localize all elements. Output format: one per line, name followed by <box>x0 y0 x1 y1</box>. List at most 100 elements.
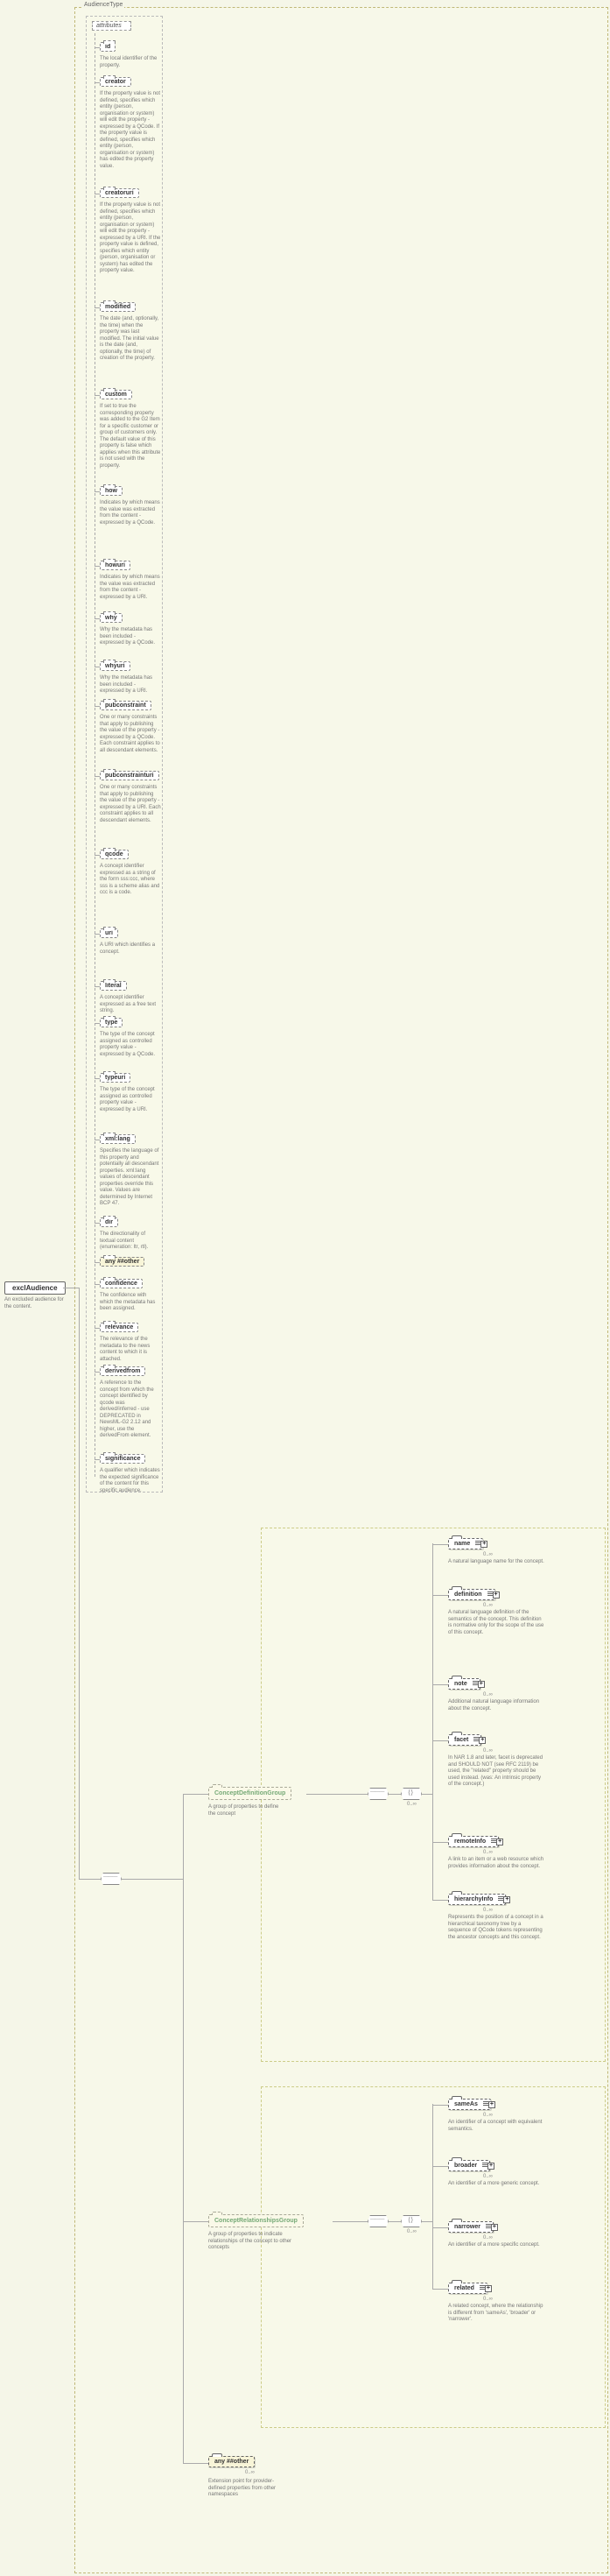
cdg-card: 0..∞ <box>407 1802 417 1807</box>
elem-label: sameAs <box>454 2101 478 2107</box>
card: 0..∞ <box>483 2235 493 2241</box>
elem-remoteInfo: remoteInfo+ <box>448 1836 499 1847</box>
child-conn <box>432 1544 448 1545</box>
child-conn <box>432 2227 448 2228</box>
attr-conn <box>95 618 100 619</box>
attr-xml-lang: xml:lang <box>100 1134 136 1144</box>
elem-facet: facet+ <box>448 1734 481 1746</box>
elem-desc-facet: In NAR 1.8 and later, facet is deprecate… <box>448 1755 544 1789</box>
attr-desc-creatoruri: If the property value is not defined, sp… <box>100 202 161 275</box>
attr-desc-uri: A URI which identifies a concept. <box>100 942 161 956</box>
attr-creator: creator <box>100 77 131 87</box>
c-main-b <box>122 1879 183 1880</box>
attr-conn <box>95 47 100 48</box>
elem-desc-remoteInfo: A link to an item or a web resource whic… <box>448 1857 544 1870</box>
attr-id: id <box>100 42 116 52</box>
attr-creatoruri: creatoruri <box>100 188 139 198</box>
elem-label: definition <box>454 1591 482 1598</box>
cdg-child-v <box>432 1543 433 1900</box>
attr-desc-relevance: The relevance of the metadata to the new… <box>100 1337 161 1363</box>
child-conn <box>432 1684 448 1685</box>
expand-icon[interactable]: + <box>479 1737 486 1744</box>
elem-desc-note: Additional natural language information … <box>448 1699 544 1712</box>
type-title: AudienceType <box>82 2 124 8</box>
attr-desc-how: Indicates by which means the value was e… <box>100 500 161 526</box>
attr-conn <box>95 1372 100 1373</box>
any-other-label: any ##other <box>214 2459 249 2465</box>
elem-desc-sameAs: An identifier of a concept with equivale… <box>448 2120 544 2133</box>
elem-note: note+ <box>448 1678 480 1690</box>
attr-desc-modified: The date (and, optionally, the time) whe… <box>100 316 161 363</box>
crg-element: ConceptRelationshipsGroup <box>208 2214 304 2227</box>
attr-qcode: qcode <box>100 850 129 859</box>
crg-choice <box>401 2215 422 2227</box>
elem-desc-narrower: An identifier of a more specific concept… <box>448 2242 544 2249</box>
expand-icon[interactable]: + <box>488 2101 495 2108</box>
attr-conn <box>95 491 100 492</box>
attr-conn <box>95 706 100 707</box>
attr-desc-why: Why the metadata has been included - exp… <box>100 627 161 647</box>
root-label: exclAudience <box>12 1284 58 1292</box>
card: 0..∞ <box>483 1748 493 1754</box>
attr-why: why <box>100 613 123 623</box>
attributes-label: attributes <box>92 21 131 31</box>
card: 0..∞ <box>483 2113 493 2118</box>
elem-narrower: narrower+ <box>448 2221 494 2233</box>
crg-child-v <box>432 2104 433 2289</box>
cdg-inner-box <box>261 1528 606 2062</box>
expand-icon[interactable]: + <box>478 1681 485 1688</box>
c-to-cdg <box>183 1794 209 1795</box>
c-cdg-a <box>306 1794 368 1795</box>
crg-card: 0..∞ <box>407 2229 417 2234</box>
elem-label: facet <box>454 1737 468 1743</box>
c-main-v <box>79 1288 80 1879</box>
c-main-a <box>79 1879 101 1880</box>
elem-label: note <box>454 1681 467 1687</box>
attr-desc-qcode: A concept identifier expressed as a stri… <box>100 864 161 897</box>
expand-icon[interactable]: + <box>485 2285 492 2292</box>
attr-conn <box>95 1023 100 1024</box>
attr-desc-pubconstraint: One or many constraints that apply to pu… <box>100 715 161 754</box>
attr-confidence: confidence <box>100 1279 143 1288</box>
expand-icon[interactable]: + <box>496 1838 503 1846</box>
crg-label: ConceptRelationshipsGroup <box>214 2218 298 2224</box>
attr-desc-whyuri: Why the metadata has been included - exp… <box>100 675 161 695</box>
expand-icon[interactable]: + <box>491 2224 498 2231</box>
card: 0..∞ <box>483 2297 493 2302</box>
expand-icon[interactable]: + <box>503 1896 510 1903</box>
attr-conn <box>95 82 100 83</box>
attr-conn <box>95 986 100 987</box>
attr-desc-dir: The directionality of textual content (e… <box>100 1232 161 1252</box>
c-to-any <box>183 2463 209 2464</box>
attr-how: how <box>100 486 123 496</box>
elem-label: name <box>454 1541 470 1547</box>
attr-whyuri: whyuri <box>100 661 130 671</box>
card: 0..∞ <box>483 1692 493 1697</box>
elem-label: narrower <box>454 2224 480 2230</box>
expand-icon[interactable]: + <box>493 1591 500 1599</box>
expand-icon[interactable]: + <box>487 2163 494 2170</box>
attr-significance: significance <box>100 1454 145 1464</box>
expand-icon[interactable]: + <box>480 1541 487 1548</box>
elem-desc-broader: An identifier of a more generic concept. <box>448 2181 544 2188</box>
elem-definition: definition+ <box>448 1589 495 1600</box>
attr-desc-creator: If the property value is not defined, sp… <box>100 91 161 170</box>
attr-conn <box>95 566 100 567</box>
any-other-desc: Extension point for provider-defined pro… <box>208 2479 285 2499</box>
elem-label: related <box>454 2285 474 2291</box>
crg-inner-box <box>261 2086 606 2428</box>
cdg-seq <box>368 1788 389 1800</box>
attr-pubconstrainturi: pubconstrainturi <box>100 771 159 780</box>
attributes-text: attributes <box>96 23 122 29</box>
c-crg-b <box>389 2221 401 2222</box>
elem-label: broader <box>454 2163 477 2169</box>
child-conn <box>432 1595 448 1596</box>
c-cdg-b <box>389 1794 401 1795</box>
c-cdg-c <box>422 1794 432 1795</box>
elem-desc-definition: A natural language definition of the sem… <box>448 1610 544 1636</box>
attr-type: type <box>100 1018 123 1027</box>
attr-uri: uri <box>100 928 118 938</box>
attr-conn <box>95 934 100 935</box>
attr-typeuri: typeuri <box>100 1073 130 1083</box>
attr-howuri: howuri <box>100 561 130 570</box>
